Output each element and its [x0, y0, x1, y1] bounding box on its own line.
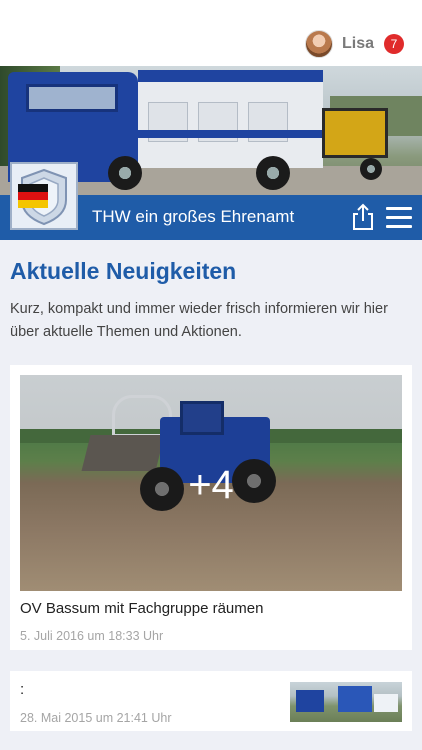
- trailer-wheel: [360, 158, 382, 180]
- news-card[interactable]: : 28. Mai 2015 um 21:41 Uhr: [10, 671, 412, 731]
- truck-stripe: [138, 130, 323, 138]
- news-title[interactable]: OV Bassum mit Fachgruppe räumen: [20, 600, 263, 617]
- avatar[interactable]: [304, 30, 333, 58]
- news-image[interactable]: +4: [20, 375, 402, 591]
- app-title: THW ein großes Ehrenamt: [92, 207, 295, 226]
- menu-button[interactable]: [386, 207, 412, 229]
- news-date: 28. Mai 2015 um 21:41 Uhr: [20, 711, 172, 725]
- section-description: Kurz, kompakt und immer wieder frisch in…: [10, 301, 388, 340]
- truck-wheel: [108, 156, 142, 190]
- notification-badge[interactable]: 7: [384, 34, 404, 54]
- share-button[interactable]: [350, 203, 376, 231]
- trailer: [322, 108, 388, 158]
- news-card[interactable]: +4 OV Bassum mit Fachgruppe räumen 5. Ju…: [10, 365, 412, 650]
- hamburger-menu-icon: [386, 216, 412, 219]
- page-title: Aktuelle Neuigkeiten: [10, 258, 237, 284]
- user-name[interactable]: Lisa: [342, 35, 374, 53]
- hamburger-menu-icon: [386, 225, 412, 228]
- truck-window: [26, 84, 118, 112]
- truck-wheel: [256, 156, 290, 190]
- flag-icon: [18, 184, 48, 208]
- news-date: 5. Juli 2016 um 18:33 Uhr: [20, 629, 164, 643]
- thumb-truck: [296, 690, 324, 712]
- more-images-count: +4: [188, 463, 234, 507]
- user-profile[interactable]: Lisa 7: [304, 29, 404, 59]
- thw-crest-logo: [10, 162, 78, 230]
- share-icon: [353, 203, 373, 230]
- truck-body: [138, 70, 323, 168]
- hamburger-menu-icon: [386, 207, 412, 210]
- loader-cab: [180, 401, 224, 435]
- top-bar: Lisa 7: [0, 0, 422, 66]
- thumb-van: [374, 694, 398, 712]
- thumb-tent: [338, 686, 372, 712]
- news-title[interactable]: :: [20, 681, 24, 698]
- news-thumbnail[interactable]: [290, 682, 402, 722]
